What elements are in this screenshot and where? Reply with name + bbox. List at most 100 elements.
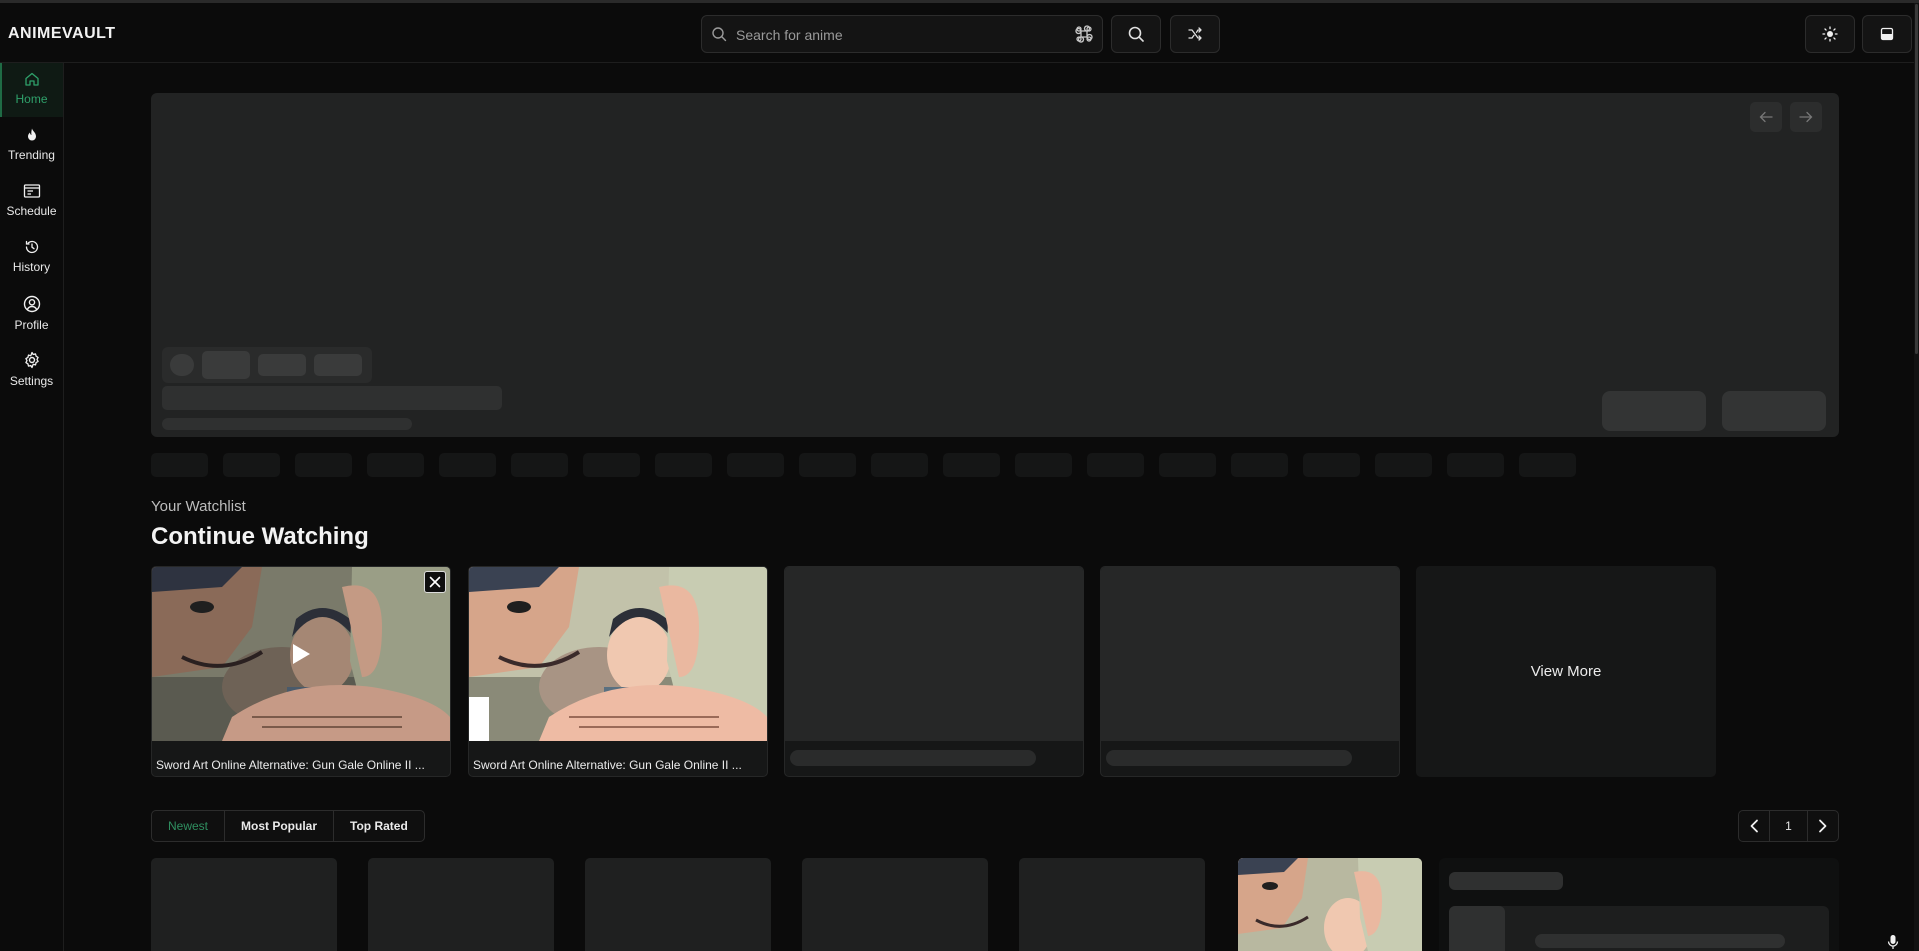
search-button[interactable] bbox=[1111, 15, 1161, 53]
skeleton-chip bbox=[727, 453, 784, 477]
sidebar-item-label: Profile bbox=[14, 318, 49, 332]
search-icon bbox=[712, 27, 727, 42]
arrow-right-icon bbox=[1799, 111, 1813, 123]
view-more-button[interactable]: View More bbox=[1416, 566, 1716, 777]
app-logo[interactable]: ANIMEVAULT bbox=[8, 25, 116, 43]
top-header: ANIMEVAULT bbox=[0, 3, 1919, 63]
anime-poster bbox=[1238, 858, 1422, 951]
microphone-icon[interactable] bbox=[1887, 934, 1899, 950]
skeleton-chip bbox=[367, 453, 424, 477]
flame-icon bbox=[27, 128, 36, 141]
sort-tabs: Newest Most Popular Top Rated bbox=[151, 810, 425, 842]
section-subtitle: Your Watchlist bbox=[151, 498, 246, 515]
sidebar-item-label: Schedule bbox=[6, 204, 57, 218]
panel-toggle-button[interactable] bbox=[1862, 15, 1912, 53]
sidebar-item-label: Home bbox=[15, 92, 48, 106]
sidebar-item-schedule[interactable]: Schedule bbox=[0, 175, 63, 229]
continue-watching-card[interactable]: Sword Art Online Alternative: Gun Gale O… bbox=[468, 566, 768, 777]
sidebar-item-label: Settings bbox=[9, 374, 54, 388]
skeleton-chip bbox=[295, 453, 352, 477]
skeleton-description bbox=[162, 418, 412, 430]
user-circle-icon bbox=[23, 295, 40, 313]
skeleton-chip bbox=[1519, 453, 1576, 477]
anime-title: Sword Art Online Alternative: Gun Gale O… bbox=[156, 758, 425, 772]
carousel-prev-button[interactable] bbox=[1750, 102, 1782, 132]
anime-title: Sword Art Online Alternative: Gun Gale O… bbox=[473, 758, 742, 772]
prev-page-button[interactable] bbox=[1739, 811, 1769, 841]
shuffle-icon bbox=[1188, 27, 1202, 41]
search-bar[interactable] bbox=[701, 15, 1103, 53]
skeleton-chip bbox=[1447, 453, 1504, 477]
skeleton-title bbox=[790, 750, 1036, 766]
skeleton-chip bbox=[439, 453, 496, 477]
magnifier-icon bbox=[1128, 26, 1144, 42]
skeleton-chip bbox=[1231, 453, 1288, 477]
continue-watching-card-skeleton bbox=[784, 566, 1084, 777]
remove-from-watchlist-button[interactable] bbox=[424, 571, 446, 593]
skeleton-chip bbox=[583, 453, 640, 477]
skeleton-thumbnail bbox=[1449, 906, 1505, 951]
sidebar-item-profile[interactable]: Profile bbox=[0, 287, 63, 341]
current-page: 1 bbox=[1769, 811, 1808, 841]
skeleton-heading bbox=[1449, 872, 1563, 890]
sidebar-item-trending[interactable]: Trending bbox=[0, 119, 63, 173]
sun-icon bbox=[1822, 26, 1838, 42]
side-panel-skeleton bbox=[1439, 858, 1839, 951]
home-icon bbox=[24, 72, 39, 86]
calendar-icon bbox=[23, 184, 40, 198]
skeleton-chip bbox=[799, 453, 856, 477]
sidebar-item-history[interactable]: History bbox=[0, 231, 63, 285]
pagination: 1 bbox=[1738, 810, 1839, 842]
skeleton-chip bbox=[1087, 453, 1144, 477]
skeleton-title bbox=[1535, 934, 1785, 948]
next-page-button[interactable] bbox=[1808, 811, 1838, 841]
gear-icon bbox=[24, 351, 39, 369]
skeleton-chip bbox=[1015, 453, 1072, 477]
skeleton-chip bbox=[871, 453, 928, 477]
panel-icon bbox=[1880, 27, 1894, 41]
chevron-right-icon bbox=[1819, 819, 1827, 833]
section-title: Continue Watching bbox=[151, 523, 369, 550]
anime-thumbnail bbox=[469, 567, 767, 741]
tab-most-popular[interactable]: Most Popular bbox=[225, 811, 335, 841]
sidebar: Home Trending Schedule History Profile S… bbox=[0, 63, 64, 951]
continue-watching-card-skeleton bbox=[1100, 566, 1400, 777]
anime-card[interactable] bbox=[1238, 858, 1422, 951]
hero-carousel bbox=[151, 93, 1839, 437]
skeleton-chip bbox=[943, 453, 1000, 477]
skeleton-chip bbox=[655, 453, 712, 477]
scrollbar-thumb[interactable] bbox=[1915, 4, 1918, 354]
search-input[interactable] bbox=[736, 24, 1056, 46]
sidebar-item-label: Trending bbox=[8, 148, 55, 162]
skeleton-avatar bbox=[170, 354, 194, 376]
skeleton-button bbox=[1722, 391, 1826, 431]
tab-newest[interactable]: Newest bbox=[152, 811, 226, 841]
skeleton-chip bbox=[1375, 453, 1432, 477]
tab-top-rated[interactable]: Top Rated bbox=[334, 811, 424, 841]
random-anime-button[interactable] bbox=[1170, 15, 1220, 53]
anime-card-skeleton bbox=[802, 858, 988, 951]
skeleton-chip bbox=[223, 453, 280, 477]
sidebar-item-home[interactable]: Home bbox=[0, 63, 63, 117]
skeleton-chip bbox=[202, 351, 250, 379]
arrow-left-icon bbox=[1759, 111, 1773, 123]
command-icon[interactable] bbox=[1075, 25, 1093, 43]
skeleton-chip bbox=[1303, 453, 1360, 477]
play-icon[interactable] bbox=[290, 642, 312, 666]
skeleton-chip bbox=[151, 453, 208, 477]
skeleton-title bbox=[1106, 750, 1352, 766]
carousel-next-button[interactable] bbox=[1790, 102, 1822, 132]
anime-card-skeleton bbox=[151, 858, 337, 951]
skeleton-chip bbox=[258, 354, 306, 376]
anime-card-skeleton bbox=[368, 858, 554, 951]
theme-toggle-button[interactable] bbox=[1805, 15, 1855, 53]
skeleton-chip bbox=[511, 453, 568, 477]
skeleton-chip bbox=[314, 354, 362, 376]
continue-watching-card[interactable]: Sword Art Online Alternative: Gun Gale O… bbox=[151, 566, 451, 777]
anime-card-skeleton bbox=[585, 858, 771, 951]
sidebar-item-settings[interactable]: Settings bbox=[0, 343, 63, 397]
history-icon bbox=[25, 240, 38, 254]
skeleton-button bbox=[1602, 391, 1706, 431]
skeleton-title bbox=[162, 386, 502, 410]
skeleton-thumbnail bbox=[785, 567, 1083, 741]
